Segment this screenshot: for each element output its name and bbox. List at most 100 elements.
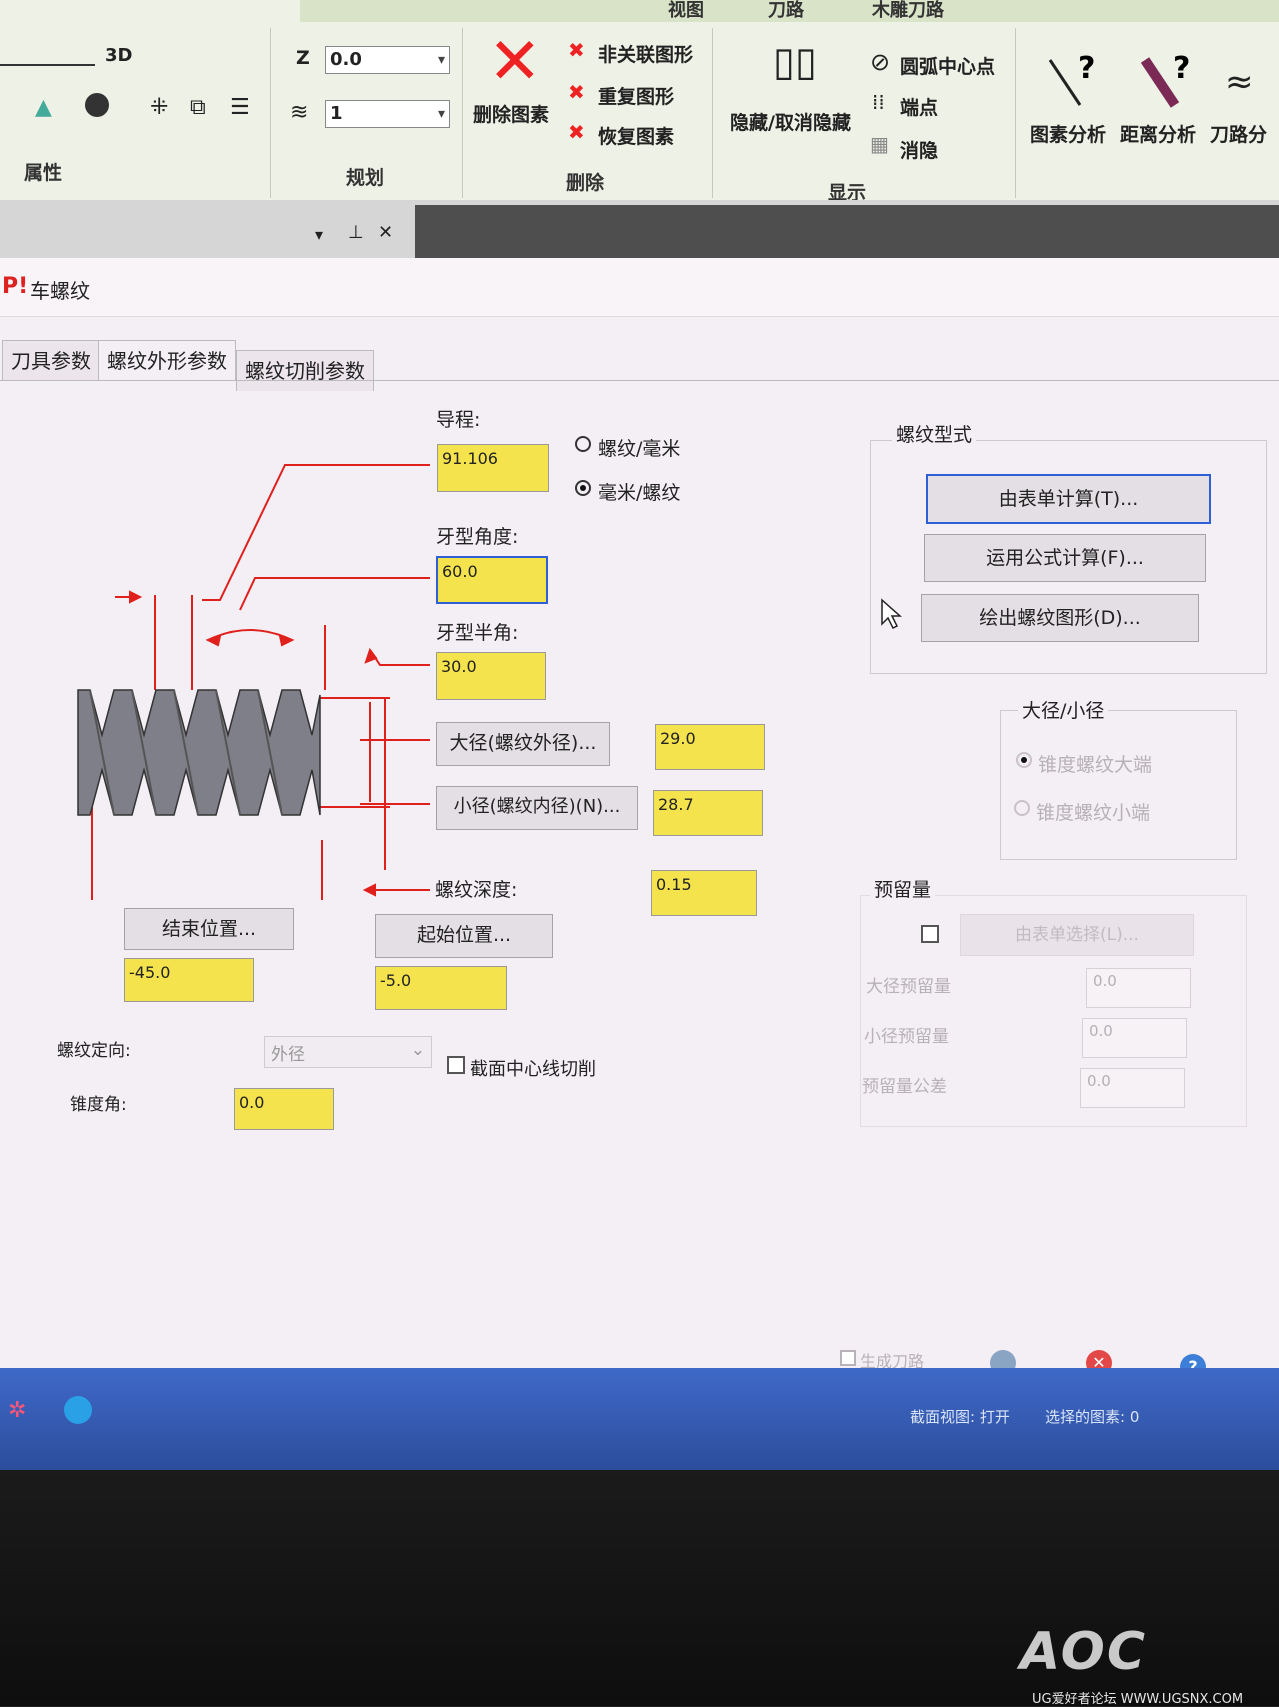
allowance-tolerance-input[interactable]: 0.0: [1080, 1068, 1185, 1108]
color-icon[interactable]: ▲: [35, 95, 52, 120]
app-taskbar-icon[interactable]: ✲: [8, 1398, 26, 1423]
tab-thread-shape-params[interactable]: 螺纹外形参数: [98, 340, 236, 381]
major-allowance-label: 大径预留量: [866, 977, 951, 997]
taper-major-end-radio[interactable]: [1016, 752, 1032, 768]
included-angle-input[interactable]: 60.0: [436, 556, 548, 604]
layer-icon: ≋: [290, 100, 309, 125]
major-diameter-button[interactable]: 大径(螺纹外径)...: [436, 722, 610, 766]
taper-minor-end-radio[interactable]: [1014, 800, 1030, 816]
tab-tool-params[interactable]: 刀具参数: [2, 340, 100, 381]
sphere-icon[interactable]: [85, 93, 109, 117]
ribbon-tab-strip: 视图 刀路 木雕刀路: [300, 0, 1279, 22]
tab-thread-cut-params[interactable]: 螺纹切削参数: [236, 350, 374, 391]
section-centerline-checkbox[interactable]: [447, 1056, 465, 1074]
browser-taskbar-icon[interactable]: [64, 1396, 92, 1424]
minor-allowance-label: 小径预留量: [864, 1027, 949, 1047]
allowance-tolerance-label: 预留量公差: [862, 1077, 947, 1097]
level-combo[interactable]: 1: [325, 100, 450, 128]
delete-x-icon[interactable]: ✕: [488, 30, 542, 94]
draw-thread-button[interactable]: 绘出螺纹图形(D)...: [921, 594, 1199, 642]
taper-angle-input[interactable]: 0.0: [234, 1088, 334, 1130]
ribbon: 视图 刀路 木雕刀路 3D ▲ ⁜ ⧉ ☰ 属性 Z 0.0 ≋ 1 规划 ✕ …: [0, 0, 1279, 204]
thread-diagram: [77, 464, 430, 900]
distance-analysis-button[interactable]: 距离分析: [1120, 120, 1196, 147]
end-position-button[interactable]: 结束位置...: [124, 908, 294, 950]
chevron-down-icon: ⌄: [410, 1040, 425, 1060]
major-diameter-input[interactable]: 29.0: [655, 724, 765, 770]
z-label: Z: [296, 47, 310, 69]
ribbon-tab-view[interactable]: 视图: [668, 0, 704, 22]
included-angle-label: 牙型角度:: [436, 526, 519, 548]
app-logo-icon: P!: [2, 274, 29, 299]
taper-major-end-label[interactable]: 锥度螺纹大端: [1038, 750, 1152, 777]
unit-mm-per-thread-label[interactable]: 毫米/螺纹: [598, 478, 680, 505]
allowance-label: 预留量: [870, 875, 936, 902]
status-bar: ✲ 截面视图: 打开 选择的图素: 0: [0, 1368, 1279, 1470]
thread-orientation-label: 螺纹定向:: [57, 1041, 131, 1061]
blank-icon: ▦: [870, 132, 889, 156]
unit-mm-per-thread-radio[interactable]: [575, 480, 591, 496]
hide-unhide-icon: ▯▯: [773, 39, 818, 85]
major-allowance-input[interactable]: 0.0: [1086, 968, 1191, 1008]
pane-dropdown-icon[interactable]: ▾: [315, 225, 323, 244]
non-assoc-button[interactable]: 非关联图形: [598, 40, 693, 67]
minor-allowance-input[interactable]: 0.0: [1082, 1018, 1187, 1058]
selected-count-status: 选择的图素: 0: [1045, 1408, 1140, 1426]
toolpath-analysis-icon: ≈: [1225, 62, 1254, 102]
thread-depth-input[interactable]: 0.15: [651, 870, 757, 916]
taper-minor-end-label[interactable]: 锥度螺纹小端: [1036, 798, 1150, 825]
svg-text:?: ?: [1173, 51, 1190, 86]
group-delete-label: 删除: [566, 172, 605, 194]
distance-analysis-icon: ?: [1140, 51, 1190, 108]
end-position-input[interactable]: -45.0: [124, 958, 254, 1002]
allowance-checkbox[interactable]: [921, 925, 939, 943]
compute-from-table-button[interactable]: 由表单计算(T)...: [926, 474, 1211, 524]
unit-thread-per-mm-radio[interactable]: [575, 436, 591, 452]
major-minor-group: [1000, 710, 1237, 860]
start-position-input[interactable]: -5.0: [375, 966, 507, 1010]
unit-thread-per-mm-label[interactable]: 螺纹/毫米: [598, 434, 680, 461]
section-centerline-label[interactable]: 截面中心线切削: [470, 1055, 596, 1081]
endpoint-button[interactable]: 端点: [900, 93, 938, 120]
taper-angle-label: 锥度角:: [70, 1095, 127, 1115]
separator: [1015, 28, 1016, 198]
pane-close-icon[interactable]: ✕: [378, 222, 393, 243]
blank-button[interactable]: 消隐: [900, 136, 938, 163]
line-mode-label[interactable]: 3D: [105, 45, 132, 66]
hide-unhide-button[interactable]: 隐藏/取消隐藏: [730, 108, 851, 135]
half-angle-input[interactable]: 30.0: [436, 652, 546, 700]
duplicate-button[interactable]: 重复图形: [598, 82, 674, 109]
lead-input[interactable]: 91.106: [437, 444, 549, 492]
delete-entity-button[interactable]: 删除图素: [473, 100, 549, 127]
lead-label: 导程:: [436, 409, 481, 431]
brand-logo: AOC: [1020, 1622, 1148, 1682]
restore-icon: ✖: [568, 120, 585, 144]
compute-by-formula-button[interactable]: 运用公式计算(F)...: [924, 534, 1206, 582]
pin-icon[interactable]: ⊥: [348, 222, 364, 243]
entity-analysis-icon: ?: [1048, 51, 1095, 106]
restore-entity-button[interactable]: 恢复图素: [598, 122, 674, 149]
half-angle-label: 牙型半角:: [436, 622, 519, 644]
z-depth-combo[interactable]: 0.0: [325, 46, 450, 74]
section-view-status[interactable]: 截面视图: 打开: [910, 1406, 1010, 1427]
monitor-bezel: AOC UG爱好者论坛 WWW.UGSNX.COM: [0, 1470, 1279, 1707]
separator: [712, 28, 713, 198]
grid-icon[interactable]: ⁜: [150, 95, 168, 120]
line-style-combo[interactable]: [0, 42, 95, 66]
minor-diameter-input[interactable]: 28.7: [653, 790, 763, 836]
thread-orientation-select[interactable]: 外径 ⌄: [264, 1036, 432, 1068]
center-point-button[interactable]: 圆弧中心点: [900, 52, 995, 79]
ribbon-tab-woodcarving[interactable]: 木雕刀路: [872, 0, 944, 22]
ribbon-tab-toolpath[interactable]: 刀路: [768, 0, 804, 22]
generate-toolpath-checkbox[interactable]: [840, 1350, 856, 1366]
minor-diameter-button[interactable]: 小径(螺纹内径)(N)...: [436, 786, 638, 830]
center-point-icon: ⊘: [870, 48, 891, 76]
toolpath-analysis-button[interactable]: 刀路分: [1210, 120, 1267, 147]
select-from-table-button[interactable]: 由表单选择(L)...: [960, 914, 1194, 956]
copy-icon[interactable]: ⧉: [190, 95, 206, 120]
line-weight-icon[interactable]: ☰: [230, 95, 250, 120]
endpoint-icon: ⁞⁞: [872, 90, 885, 114]
duplicate-icon: ✖: [568, 80, 585, 104]
entity-analysis-button[interactable]: 图素分析: [1030, 120, 1106, 147]
start-position-button[interactable]: 起始位置...: [375, 914, 553, 958]
